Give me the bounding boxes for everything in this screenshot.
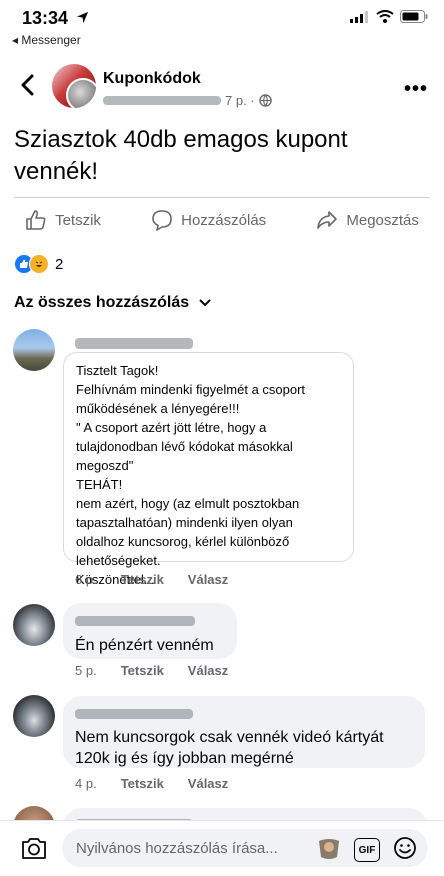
comments-sort-dropdown[interactable]: Az összes hozzászólás [14,294,211,312]
comment-like-link[interactable]: Tetszik [121,663,164,678]
chevron-down-icon [199,299,211,307]
thumbs-up-icon [26,210,46,230]
comment-bubble: Tisztelt Tagok! Felhívnám mindenki figye… [63,352,354,587]
group-avatar[interactable] [52,64,96,108]
avatar-sticker-button[interactable] [316,837,342,866]
status-icons [350,10,428,23]
chevron-left-icon [21,74,34,96]
comment-bubble: Én pénzért venném [63,603,237,659]
share-icon [317,211,338,229]
group-name[interactable]: Kuponkódok [103,70,201,88]
battery-icon [400,10,428,23]
post-actions: Tetszik Hozzászólás Megosztás [0,204,444,236]
signal-icon [350,10,368,23]
globe-icon [258,94,272,107]
comment-time: 6 p. [75,572,97,587]
status-time: 13:34 [22,8,89,29]
comment-text: Nem kuncsorgok csak vennék videó kártyát… [75,729,384,767]
post-text: Sziasztok 40db emagos kupont vennék! [14,126,348,185]
comment-reply-link[interactable]: Válasz [188,776,228,791]
comment-composer: Nyilvános hozzászólás írása... GIF [0,820,444,876]
post-time: 7 p. · [225,93,255,108]
comment-meta: 6 p. Tetszik Válasz [75,572,228,587]
commenter-avatar[interactable] [13,329,55,371]
share-button[interactable]: Megosztás [316,209,419,231]
wifi-icon [376,10,394,23]
camera-button[interactable] [20,835,48,866]
more-options-button[interactable]: ••• [404,78,428,101]
back-button[interactable] [16,72,42,98]
avatar-sticker-icon [319,839,339,859]
comment-time: 4 p. [75,776,97,791]
gif-label: GIF [358,844,376,856]
comment-time: 5 p. [75,663,97,678]
comment-bubble: Nem kuncsorgok csak vennék videó kártyát… [63,696,425,768]
smiley-icon [394,837,416,859]
like-button[interactable]: Tetszik [25,209,101,231]
back-to-messenger[interactable]: ◂ Messenger [12,33,81,47]
comment-like-link[interactable]: Tetszik [121,572,164,587]
commenter-avatar[interactable] [13,695,55,737]
comment-button[interactable]: Hozzászólás [151,209,266,231]
comment-like-link[interactable]: Tetszik [121,776,164,791]
gif-button[interactable]: GIF [354,838,380,862]
reaction-count: 2 [55,255,64,273]
comment-reply-link[interactable]: Válasz [188,572,228,587]
emoji-button[interactable] [393,836,417,865]
share-label: Megosztás [346,211,419,229]
comment-reply-link[interactable]: Válasz [188,663,228,678]
commenter-avatar[interactable] [13,604,55,646]
location-icon [76,11,89,24]
divider [14,197,430,198]
comment-text: Tisztelt Tagok! Felhívnám mindenki figye… [76,363,306,587]
post-meta: 7 p. · [103,93,272,108]
like-label: Tetszik [55,211,101,229]
comment-label: Hozzászólás [181,211,267,229]
sort-label: Az összes hozzászólás [14,294,190,311]
comment-placeholder: Nyilvános hozzászólás írása... [76,839,278,857]
haha-reaction-icon [29,254,49,274]
comment-icon [152,210,172,231]
comment-meta: 5 p. Tetszik Válasz [75,663,228,678]
comment-text: Én pénzért venném [75,637,214,654]
redacted-author [103,96,221,105]
comment-meta: 4 p. Tetszik Válasz [75,776,228,791]
reactions-summary[interactable]: 2 [14,254,63,274]
camera-icon [22,838,46,859]
